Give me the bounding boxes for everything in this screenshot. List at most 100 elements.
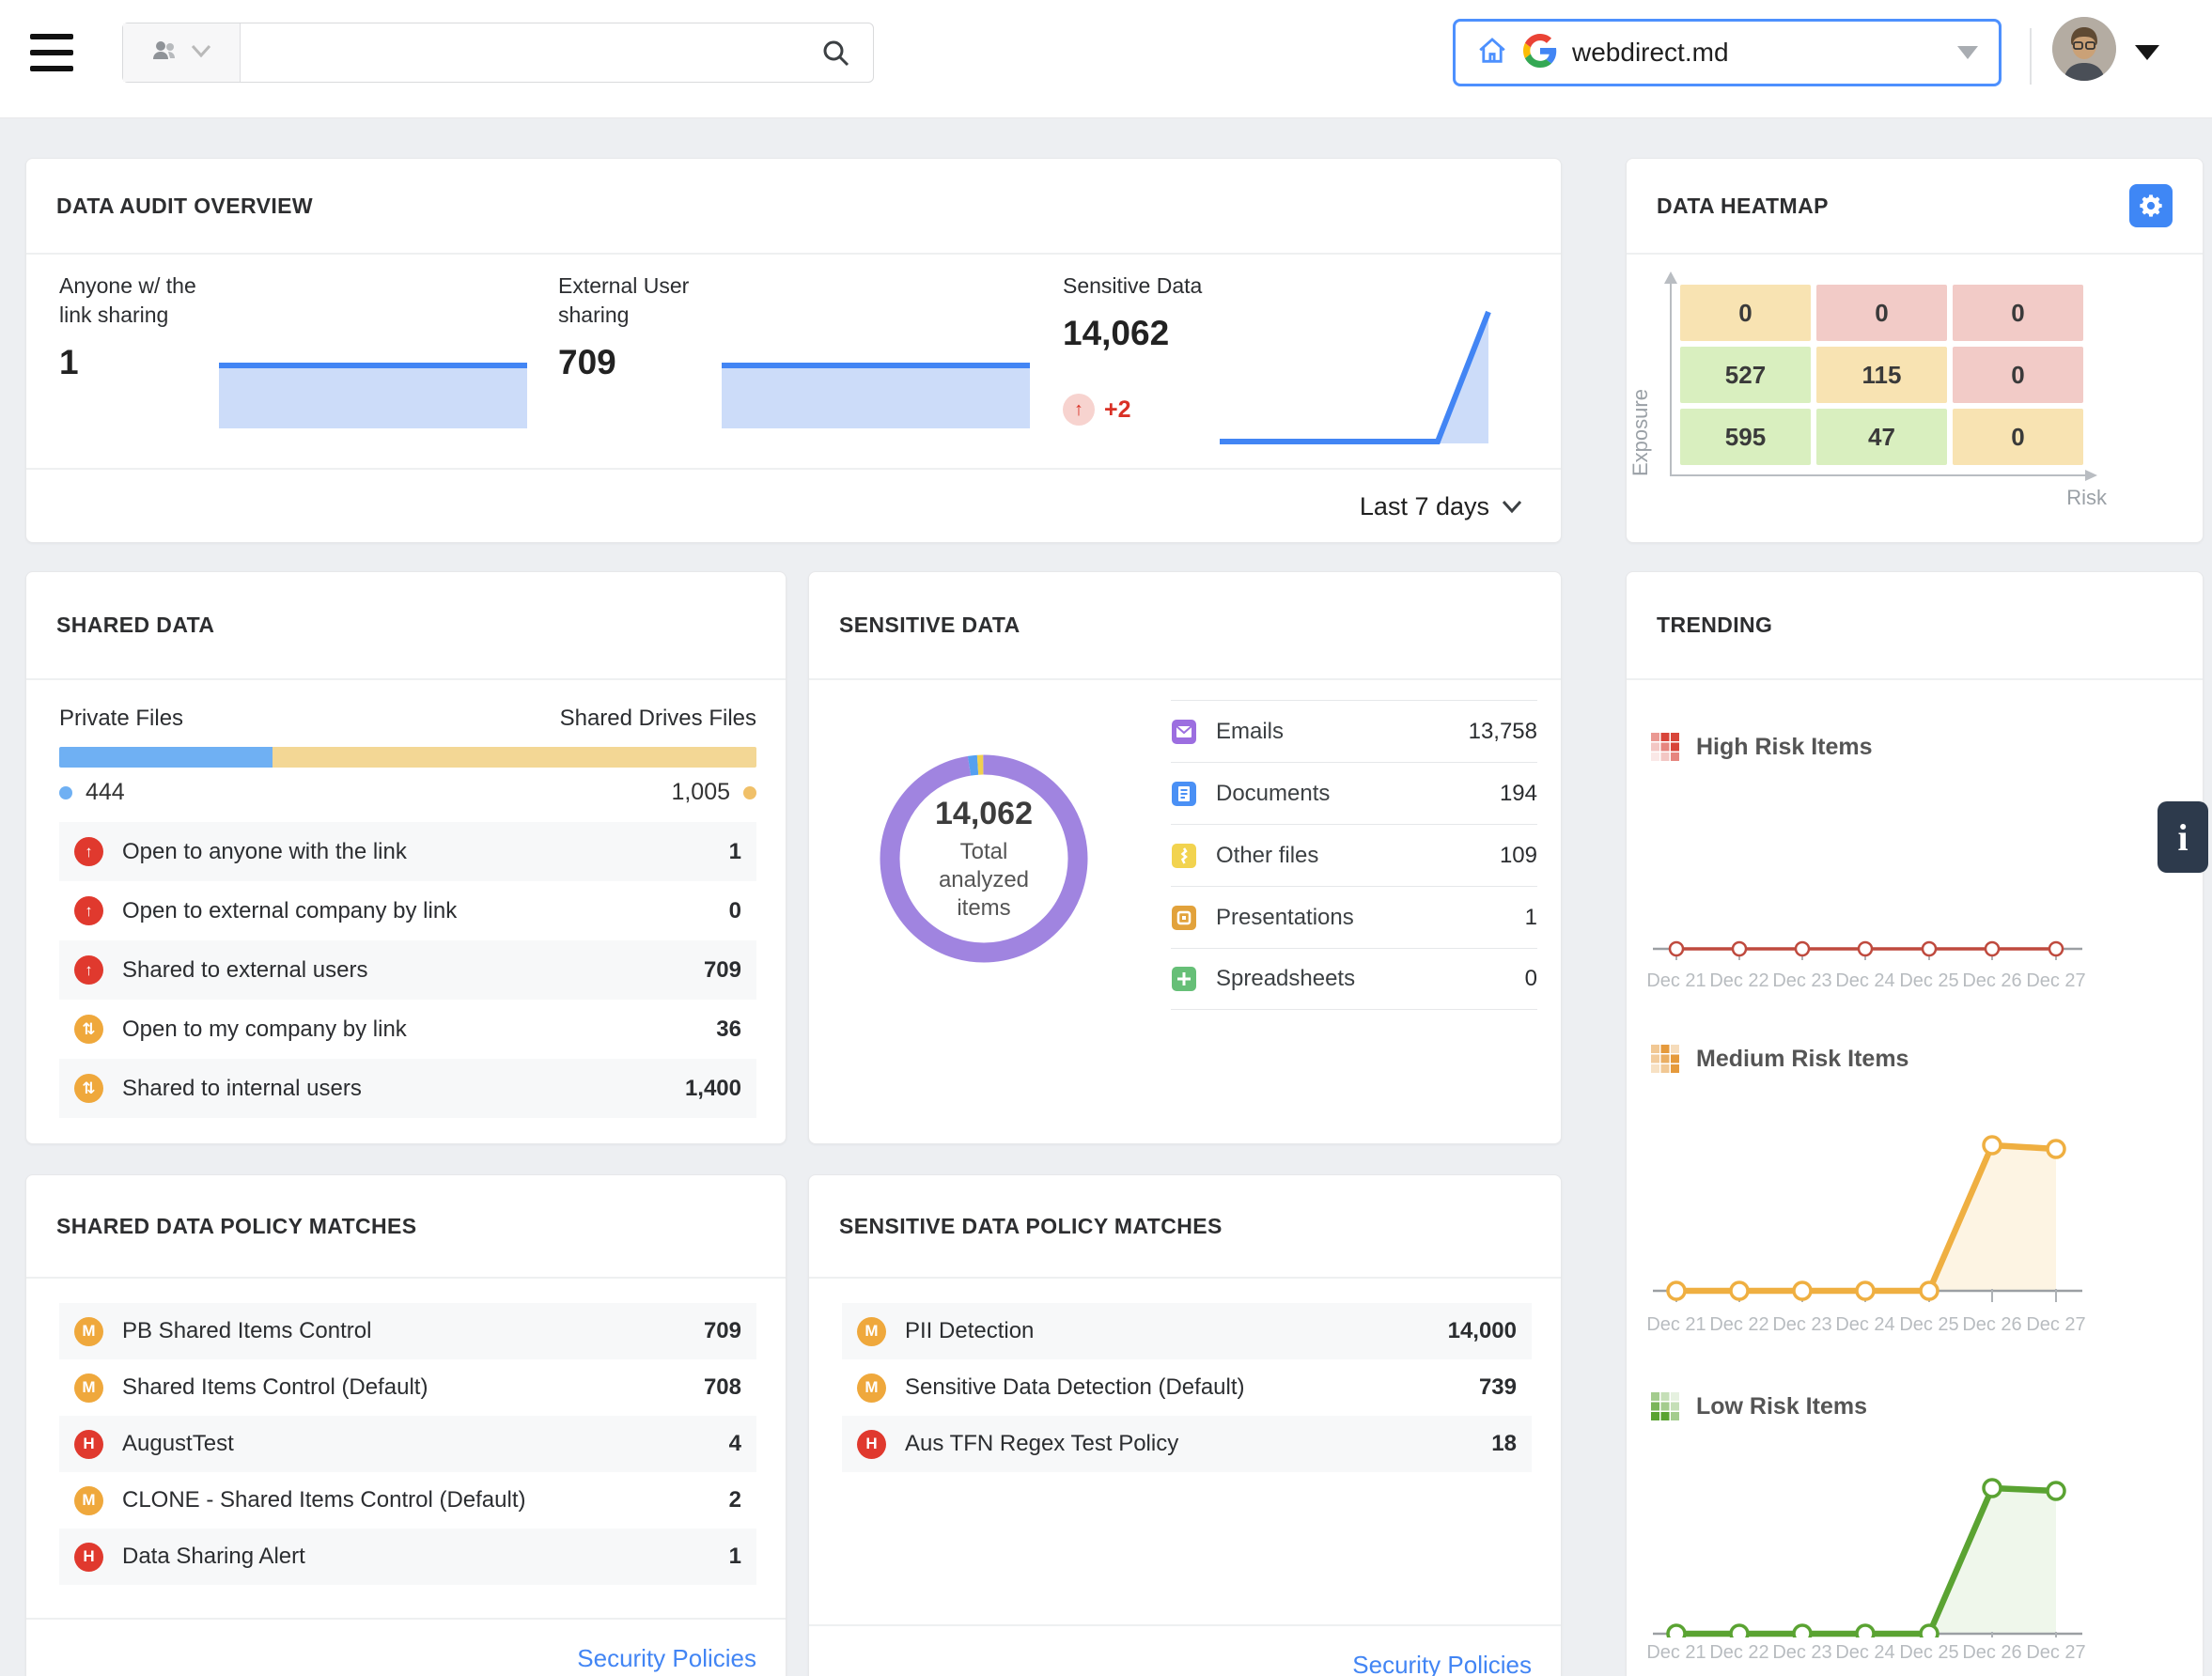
delta-value: +2 — [1104, 396, 1131, 424]
presentation-icon — [1171, 905, 1197, 931]
heatmap-cell[interactable]: 47 — [1816, 409, 1947, 465]
heatmap-x-axis-label: Risk — [2066, 486, 2107, 510]
list-item[interactable]: ↑ Open to external company by link 0 — [59, 881, 756, 940]
x-axis-labels: Dec 21 Dec 22 Dec 23 Dec 24 Dec 25 Dec 2… — [1651, 1314, 2180, 1342]
list-item[interactable]: ⇅ Shared to internal users 1,400 — [59, 1059, 756, 1118]
sensitive-data-legend: Emails 13,758 Documents 194 Other files … — [1171, 700, 1537, 1010]
google-icon — [1523, 34, 1557, 72]
heatmap-plot: Exposure 0 0 0 527 115 0 595 47 0 Risk — [1627, 256, 2203, 542]
low-risk-grid-icon — [1651, 1392, 1679, 1420]
stat-value: 709 — [558, 343, 689, 382]
legend-value: 194 — [1500, 781, 1537, 807]
heatmap-cell[interactable]: 0 — [1816, 285, 1947, 341]
list-item[interactable]: ⇅ Open to my company by link 36 — [59, 1000, 756, 1059]
sensitive-data-policy-matches-card: SENSITIVE DATA POLICY MATCHES M PII Dete… — [808, 1174, 1562, 1676]
private-files-bar-segment — [59, 747, 273, 768]
list-item[interactable]: ↑ Shared to external users 709 — [59, 940, 756, 1000]
shared-drives-bar-segment — [273, 747, 756, 768]
period-label: Last 7 days — [1360, 492, 1489, 521]
medium-risk-section: Medium Risk Items Dec 21 Dec 22 Dec 23 D… — [1651, 1039, 2180, 1342]
policy-list: M PB Shared Items Control 709 M Shared I… — [59, 1303, 756, 1585]
donut-total-label: Total analyzed items — [913, 838, 1054, 923]
policy-row[interactable]: M Sensitive Data Detection (Default) 739 — [842, 1359, 1532, 1416]
low-risk-section: Low Risk Items Dec 21 Dec 22 Dec 23 Dec … — [1651, 1387, 2180, 1670]
policy-value: 709 — [704, 1318, 741, 1344]
heatmap-cell[interactable]: 0 — [1680, 285, 1811, 341]
policy-label: PII Detection — [905, 1318, 1034, 1344]
files-split-bar — [59, 747, 756, 768]
search-scope-dropdown[interactable] — [123, 23, 241, 82]
item-value: 1,400 — [685, 1076, 741, 1102]
stat-sensitive-data: Sensitive Data 14,062 — [1063, 272, 1202, 353]
legend-label: Emails — [1216, 719, 1284, 745]
period-dropdown[interactable]: Last 7 days — [26, 468, 1561, 543]
user-avatar[interactable] — [2052, 17, 2116, 81]
shared-drives-label: Shared Drives Files — [560, 706, 756, 732]
policy-row[interactable]: H Data Sharing Alert 1 — [59, 1529, 756, 1585]
policy-label: Shared Items Control (Default) — [122, 1374, 428, 1401]
heatmap-cell[interactable]: 527 — [1680, 347, 1811, 403]
legend-row: Spreadsheets 0 — [1171, 948, 1537, 1010]
policy-row[interactable]: H AugustTest 4 — [59, 1416, 756, 1472]
security-policies-link[interactable]: Security Policies — [577, 1644, 756, 1672]
policy-row[interactable]: M CLONE - Shared Items Control (Default)… — [59, 1472, 756, 1529]
search-input[interactable] — [241, 23, 873, 82]
tick-label: Dec 27 — [2018, 970, 2094, 992]
axis-arrow-icon — [2085, 470, 2097, 481]
stat-external-user-sharing: External User sharing 709 — [558, 272, 689, 382]
policy-row[interactable]: M PII Detection 14,000 — [842, 1303, 1532, 1359]
policy-value: 18 — [1491, 1431, 1517, 1457]
section-label: High Risk Items — [1696, 734, 1873, 761]
stat-label: sharing — [558, 303, 629, 327]
search-icon[interactable] — [820, 38, 852, 74]
security-policies-link[interactable]: Security Policies — [1352, 1651, 1532, 1676]
policy-value: 4 — [729, 1431, 741, 1457]
menu-icon[interactable] — [30, 34, 73, 73]
domain-selector[interactable]: webdirect.md — [1453, 19, 2002, 86]
heatmap-cell[interactable]: 595 — [1680, 409, 1811, 465]
stat-label: link sharing — [59, 303, 168, 327]
topbar: webdirect.md — [0, 0, 2212, 118]
axis-arrow-icon — [1664, 272, 1677, 284]
card-title: SENSITIVE DATA — [839, 613, 1020, 638]
heatmap-cell[interactable]: 0 — [1953, 409, 2083, 465]
sparkline-sensitive-data — [1218, 304, 1528, 445]
info-tab[interactable]: i — [2157, 801, 2208, 873]
gear-icon[interactable] — [2129, 184, 2173, 227]
policy-row[interactable]: M Shared Items Control (Default) 708 — [59, 1359, 756, 1416]
stat-label: Anyone w/ the — [59, 273, 196, 298]
shared-data-list: ↑ Open to anyone with the link 1 ↑ Open … — [59, 822, 756, 1118]
item-value: 36 — [716, 1016, 741, 1043]
document-icon — [1171, 781, 1197, 807]
list-item[interactable]: ↑ Open to anyone with the link 1 — [59, 822, 756, 881]
sparkline-anyone-link — [219, 358, 527, 428]
high-severity-badge: H — [74, 1543, 103, 1572]
legend-label: Other files — [1216, 843, 1318, 869]
heatmap-cell[interactable]: 115 — [1816, 347, 1947, 403]
policy-label: Aus TFN Regex Test Policy — [905, 1431, 1178, 1457]
medium-risk-arrows-icon: ⇅ — [74, 1015, 103, 1044]
shared-drives-value: 1,005 — [671, 779, 730, 806]
heatmap-y-axis — [1670, 283, 1672, 476]
shared-data-card: SHARED DATA Private Files Shared Drives … — [25, 571, 787, 1144]
topbar-divider — [2030, 28, 2032, 85]
donut-total-value: 14,062 — [935, 796, 1033, 832]
data-audit-overview-card: DATA AUDIT OVERVIEW Anyone w/ thelink sh… — [25, 158, 1562, 543]
sparkline-external-user — [722, 358, 1030, 428]
heatmap-cell[interactable]: 0 — [1953, 285, 2083, 341]
policy-row[interactable]: M PB Shared Items Control 709 — [59, 1303, 756, 1359]
item-value: 0 — [729, 898, 741, 924]
item-label: Open to anyone with the link — [122, 839, 407, 865]
home-icon — [1476, 35, 1508, 71]
policy-label: PB Shared Items Control — [122, 1318, 371, 1344]
chevron-down-icon — [1501, 499, 1523, 514]
item-value: 709 — [704, 957, 741, 984]
tick-label: Dec 27 — [2018, 1314, 2094, 1336]
account-menu-caret-icon[interactable] — [2135, 45, 2159, 60]
stat-label: External User — [558, 273, 689, 298]
dashboard-page: webdirect.md DATA AUDIT OVERVIEW Anyone … — [0, 0, 2212, 1676]
policy-row[interactable]: H Aus TFN Regex Test Policy 18 — [842, 1416, 1532, 1472]
private-files-label: Private Files — [59, 706, 183, 732]
card-title: TRENDING — [1657, 613, 1772, 638]
heatmap-cell[interactable]: 0 — [1953, 347, 2083, 403]
